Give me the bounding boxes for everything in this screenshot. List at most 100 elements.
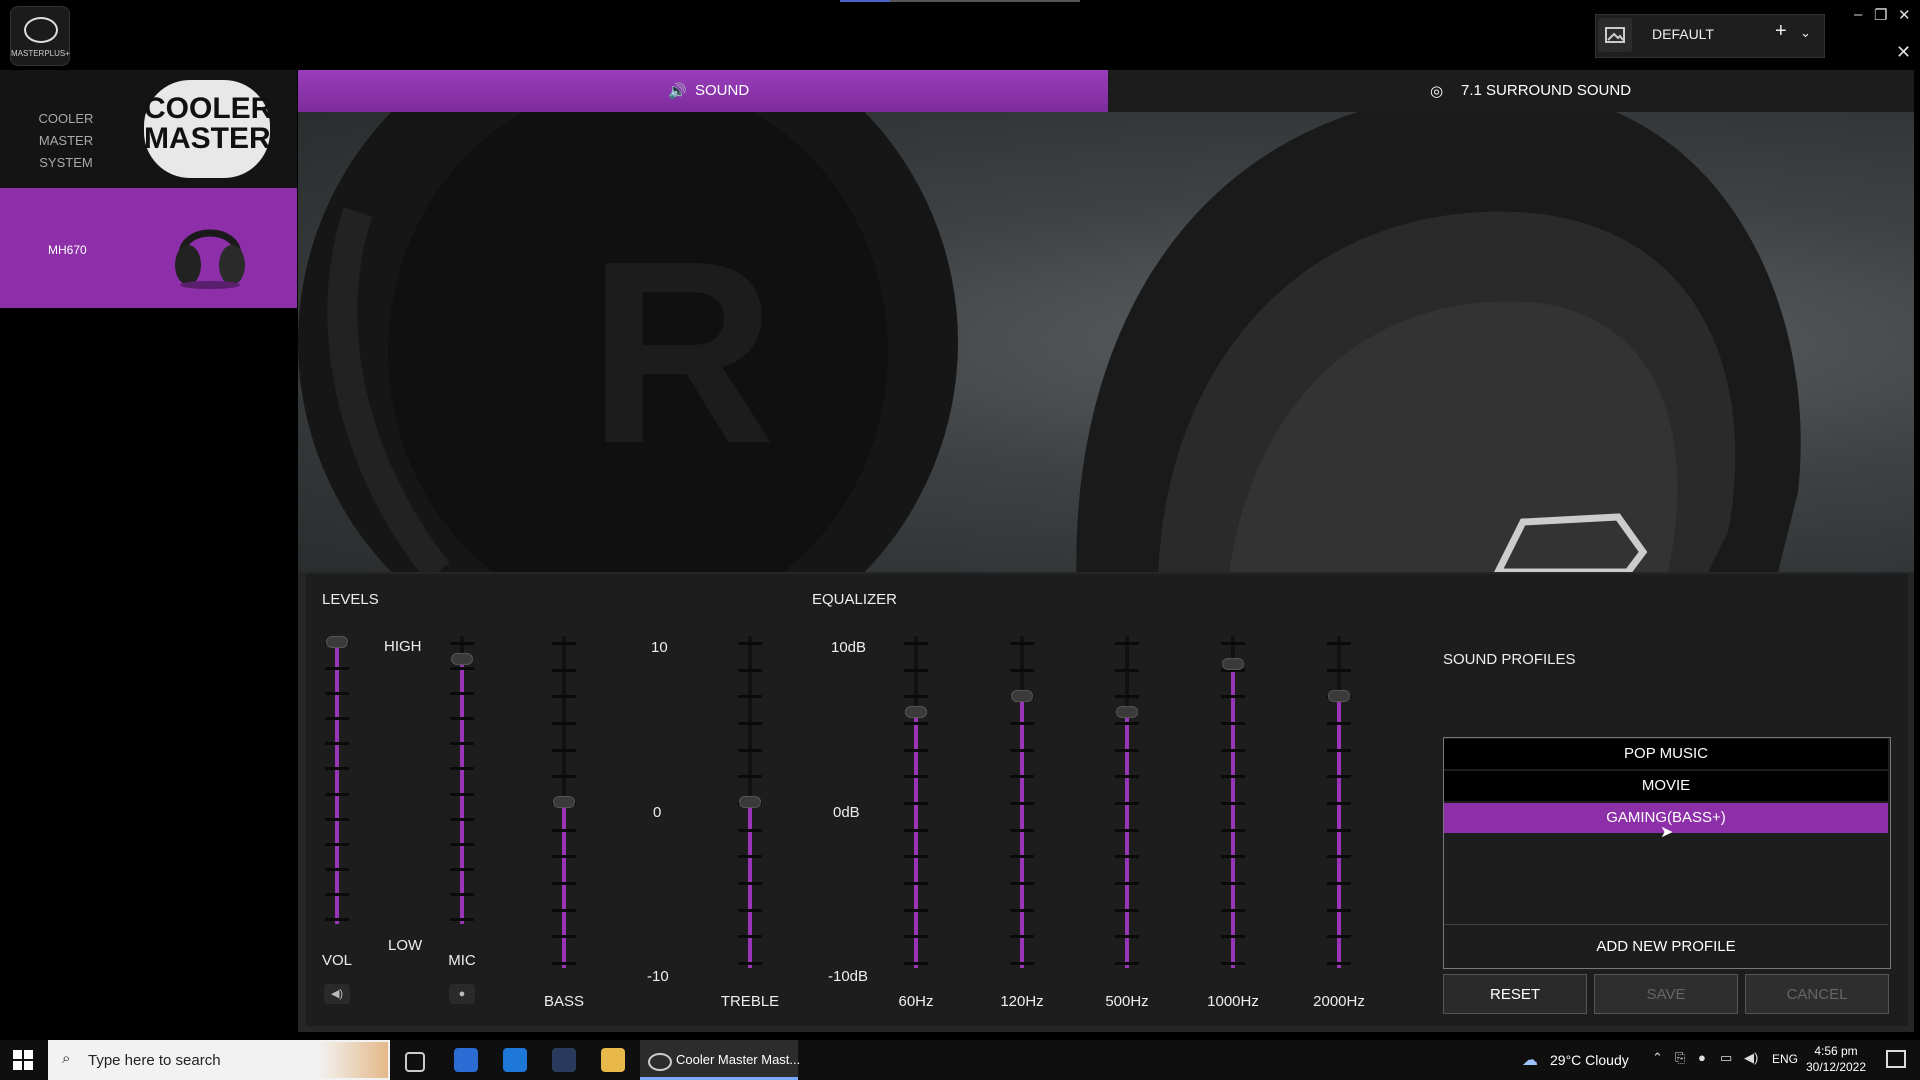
slider-tick bbox=[1010, 749, 1034, 752]
volume-slider[interactable] bbox=[325, 636, 349, 924]
slider-tick bbox=[325, 717, 349, 720]
slider-tick bbox=[1115, 882, 1139, 885]
close-app-icon[interactable]: ✕ bbox=[1896, 42, 1911, 63]
slider-tick bbox=[450, 793, 474, 796]
bass-slider[interactable] bbox=[552, 636, 576, 968]
slider-knob[interactable] bbox=[1116, 706, 1138, 718]
app-logo[interactable]: MASTERPLUS+ bbox=[10, 6, 70, 66]
slider-knob[interactable] bbox=[451, 653, 473, 665]
eq-slider-60hz[interactable] bbox=[904, 636, 928, 968]
eq-slider-500hz[interactable] bbox=[1115, 636, 1139, 968]
cancel-button[interactable]: CANCEL bbox=[1745, 974, 1889, 1014]
slider-tick bbox=[1327, 669, 1351, 672]
slider-knob[interactable] bbox=[905, 706, 927, 718]
tab-sound[interactable]: 🔊 SOUND bbox=[298, 70, 1108, 112]
tray-chevron-up-icon[interactable]: ⌃ bbox=[1652, 1050, 1663, 1066]
eq-band-label: 60Hz bbox=[898, 993, 934, 1010]
tray-clock[interactable]: 4:56 pm 30/12/2022 bbox=[1796, 1043, 1876, 1075]
sidebar-item-device[interactable] bbox=[0, 188, 297, 308]
restore-button[interactable]: ❐ bbox=[1874, 6, 1887, 24]
slider-tick bbox=[1010, 962, 1034, 965]
slider-tick bbox=[1010, 722, 1034, 725]
slider-tick bbox=[738, 855, 762, 858]
file-explorer-icon[interactable] bbox=[601, 1048, 625, 1072]
slider-tick bbox=[1221, 749, 1245, 752]
slider-tick bbox=[450, 742, 474, 745]
slider-tick bbox=[1115, 642, 1139, 645]
tray-mic-icon[interactable]: ● bbox=[1698, 1050, 1706, 1065]
slider-fill bbox=[1020, 696, 1024, 968]
plus-icon[interactable]: + bbox=[1775, 20, 1787, 43]
slider-knob[interactable] bbox=[1222, 658, 1244, 670]
tray-network-icon[interactable]: ▭ bbox=[1720, 1050, 1732, 1066]
slider-tick bbox=[1327, 722, 1351, 725]
slider-tick bbox=[1010, 829, 1034, 832]
close-button[interactable]: ✕ bbox=[1898, 6, 1911, 24]
slider-tick bbox=[325, 793, 349, 796]
slider-knob[interactable] bbox=[1328, 690, 1350, 702]
sidebar-device-label: MH670 bbox=[48, 243, 87, 257]
slider-tick bbox=[904, 935, 928, 938]
slider-knob[interactable] bbox=[739, 796, 761, 808]
slider-tick bbox=[450, 767, 474, 770]
slider-knob[interactable] bbox=[553, 796, 575, 808]
mouse-cursor-icon: ➤ bbox=[1660, 824, 1674, 841]
eq-band-label: 500Hz bbox=[1105, 993, 1149, 1010]
add-new-profile-button[interactable]: ADD NEW PROFILE bbox=[1444, 930, 1888, 964]
tray-volume-icon[interactable]: ◀) bbox=[1744, 1050, 1758, 1066]
bt-scale-mid: 0 bbox=[653, 804, 662, 821]
eq-scale-top: 10dB bbox=[831, 639, 867, 656]
eq-scale-mid: 0dB bbox=[833, 804, 860, 821]
slider-tick bbox=[738, 882, 762, 885]
chevron-down-icon[interactable]: ⌄ bbox=[1800, 25, 1811, 41]
profile-item-pop-music[interactable]: POP MUSIC bbox=[1444, 739, 1888, 769]
app-icon[interactable] bbox=[552, 1048, 576, 1072]
store-icon[interactable] bbox=[454, 1048, 478, 1072]
eq-slider-120hz[interactable] bbox=[1010, 636, 1034, 968]
slider-tick bbox=[1221, 829, 1245, 832]
task-view-icon[interactable] bbox=[405, 1052, 425, 1072]
eq-slider-1000hz[interactable] bbox=[1221, 636, 1245, 968]
treble-slider[interactable] bbox=[738, 636, 762, 968]
top-accent-highlight bbox=[840, 0, 890, 2]
mic-icon[interactable]: ● bbox=[449, 984, 475, 1004]
slider-tick bbox=[738, 829, 762, 832]
tray-time: 4:56 pm bbox=[1814, 1044, 1858, 1058]
eq-band-label: 1000Hz bbox=[1207, 993, 1259, 1010]
eq-band-label: 2000Hz bbox=[1313, 993, 1365, 1010]
slider-knob[interactable] bbox=[326, 636, 348, 648]
slider-knob[interactable] bbox=[1011, 690, 1033, 702]
speaker-icon[interactable]: ◀) bbox=[324, 984, 350, 1004]
notification-icon[interactable] bbox=[1886, 1050, 1906, 1068]
tab-surround-sound[interactable]: ◎ 7.1 SURROUND SOUND bbox=[1108, 70, 1914, 113]
slider-tick bbox=[738, 749, 762, 752]
reset-button[interactable]: RESET bbox=[1443, 974, 1587, 1014]
tray-language[interactable]: ENG bbox=[1772, 1052, 1798, 1066]
minimize-button[interactable]: – bbox=[1854, 6, 1862, 23]
slider-tick bbox=[1221, 909, 1245, 912]
profile-item-movie[interactable]: MOVIE bbox=[1444, 771, 1888, 801]
slider-tick bbox=[1115, 695, 1139, 698]
slider-tick bbox=[904, 695, 928, 698]
eq-slider-2000hz[interactable] bbox=[1327, 636, 1351, 968]
slider-tick bbox=[1010, 935, 1034, 938]
slider-tick bbox=[1221, 722, 1245, 725]
slider-fill bbox=[1337, 696, 1341, 968]
tray-weather[interactable]: 29°C Cloudy bbox=[1550, 1052, 1629, 1068]
slider-tick bbox=[1327, 882, 1351, 885]
tray-usb-icon[interactable]: ⎘ bbox=[1675, 1050, 1685, 1066]
mic-label: MIC bbox=[448, 952, 476, 969]
slider-tick bbox=[1115, 722, 1139, 725]
windows-start-icon[interactable] bbox=[13, 1050, 33, 1070]
slider-tick bbox=[738, 642, 762, 645]
cooler-master-logo: COOLER MASTER bbox=[144, 80, 272, 178]
slider-tick bbox=[1010, 855, 1034, 858]
mic-slider[interactable] bbox=[450, 636, 474, 924]
slider-tick bbox=[1115, 669, 1139, 672]
save-button[interactable]: SAVE bbox=[1594, 974, 1738, 1014]
slider-tick bbox=[450, 843, 474, 846]
image-icon[interactable] bbox=[1598, 18, 1632, 52]
slider-tick bbox=[325, 918, 349, 921]
mail-icon[interactable] bbox=[503, 1048, 527, 1072]
search-highlight-image bbox=[318, 1042, 388, 1078]
